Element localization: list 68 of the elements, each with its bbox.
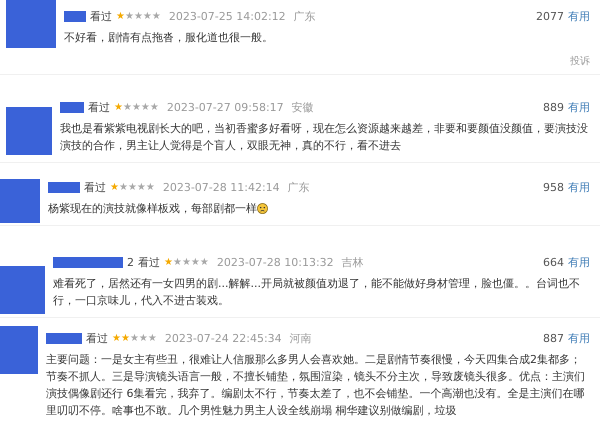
star-icon: ★ bbox=[120, 332, 130, 344]
star-icon: ★ bbox=[116, 10, 125, 22]
star-icon: ★ bbox=[146, 182, 155, 192]
star-icon: ★ bbox=[142, 10, 152, 22]
review-location: 广东 bbox=[294, 8, 316, 24]
star-icon: ★ bbox=[128, 182, 137, 192]
star-icon: ★ bbox=[138, 332, 148, 344]
vote-count: 664 bbox=[543, 256, 564, 268]
star-icon: ★ bbox=[122, 102, 132, 112]
star-icon: ★ bbox=[152, 10, 161, 22]
avatar bbox=[6, 107, 52, 155]
star-icon: ★ bbox=[190, 256, 200, 268]
useful-link[interactable]: 有用 bbox=[568, 254, 590, 270]
useful-link[interactable]: 有用 bbox=[568, 8, 590, 24]
report-link[interactable]: 投诉 bbox=[570, 56, 590, 67]
review-time: 2023-07-28 10:13:32 bbox=[216, 256, 334, 268]
useful-link[interactable]: 有用 bbox=[568, 180, 590, 194]
star-icon: ★ bbox=[164, 256, 173, 268]
username-redaction bbox=[53, 256, 123, 268]
review-location: 安徽 bbox=[292, 100, 314, 114]
review-text: 主要问题：一是女主有些丑，很难让人信服那么多男人会喜欢她。二是剧情节奏很慢，今天四集合成2集都多；节奏不抓人。三是导演镜头语言一般，不擅长铺垫，氛围渲染，镜头不分主次，导致废镜头很多。优点：主演们演技偶像剧还行 6集看完，我弃了。编剧太不行，节奏太差了，也不会铺垫。一个高潮也没有。全是主演们在哪里叨叨不停。啥事也不敢。几个男性魅力男主人设全线崩塌 桐华建议别做编剧，垃圾 bbox=[46, 352, 586, 419]
star-icon: ★ bbox=[172, 256, 182, 268]
review-location: 广东 bbox=[288, 180, 310, 194]
watch-status: 看过 bbox=[90, 8, 112, 24]
star-icon: ★ bbox=[136, 182, 146, 192]
star-icon: ★ bbox=[110, 182, 119, 192]
star-icon: ★ bbox=[114, 102, 123, 112]
star-icon: ★ bbox=[182, 256, 191, 268]
review-text: 难看死了，居然还有一女四男的剧...解解...开局就被颜值劝退了，能不能做好身材管理，脸也僵。。台词也不行，一口京味儿，代入不进古装戏。 bbox=[53, 276, 581, 309]
vote-count: 887 bbox=[543, 332, 564, 344]
star-icon: ★ bbox=[134, 10, 143, 22]
vote-count: 2077 bbox=[536, 10, 564, 22]
vote-count: 958 bbox=[543, 180, 564, 194]
watch-status: 看过 bbox=[84, 180, 106, 194]
review-text: 不好看，剧情有点拖沓，服化道也很一般。 bbox=[64, 30, 274, 46]
star-icon: ★ bbox=[118, 182, 128, 192]
review-time: 2023-07-27 09:58:17 bbox=[166, 100, 284, 114]
username-redaction bbox=[48, 182, 80, 192]
avatar bbox=[6, 0, 56, 48]
star-icon: ★ bbox=[150, 102, 159, 112]
review-location: 吉林 bbox=[342, 254, 364, 270]
watch-status: 看过 bbox=[138, 254, 160, 270]
avatar bbox=[0, 326, 38, 374]
username-redaction bbox=[46, 332, 82, 344]
avatar bbox=[0, 266, 45, 314]
star-icon: ★ bbox=[200, 256, 209, 268]
review-time: 2023-07-25 14:02:12 bbox=[168, 10, 286, 22]
watch-status: 看过 bbox=[88, 100, 110, 114]
review-time: 2023-07-24 22:45:34 bbox=[164, 332, 282, 344]
star-icon: ★ bbox=[112, 332, 121, 344]
watch-status: 看过 bbox=[86, 330, 108, 346]
username-redaction bbox=[60, 102, 84, 112]
review-text: 我也是看紫紫电视剧长大的吧，当初香蜜多好看呀，现在怎么资源越来越差，非要和要颜值没颜值，要演技没演技的合作，男主让人觉得是个盲人，双眼无神，真的不行，看不进去 bbox=[60, 121, 589, 154]
star-icon: ★ bbox=[148, 332, 157, 344]
sad-face-icon bbox=[257, 203, 268, 214]
username: 2 bbox=[127, 256, 134, 268]
vote-count: 889 bbox=[543, 100, 564, 114]
review-time: 2023-07-28 11:42:14 bbox=[162, 180, 280, 194]
avatar bbox=[0, 179, 40, 223]
useful-link[interactable]: 有用 bbox=[568, 100, 590, 114]
useful-link[interactable]: 有用 bbox=[568, 330, 590, 346]
star-icon: ★ bbox=[132, 102, 141, 112]
review-location: 河南 bbox=[290, 330, 312, 346]
star-icon: ★ bbox=[130, 332, 139, 344]
star-icon: ★ bbox=[124, 10, 134, 22]
username-redaction bbox=[64, 10, 86, 22]
star-icon: ★ bbox=[140, 102, 150, 112]
review-text: 杨紫现在的演技就像样板戏，每部剧都一样 bbox=[48, 200, 590, 217]
